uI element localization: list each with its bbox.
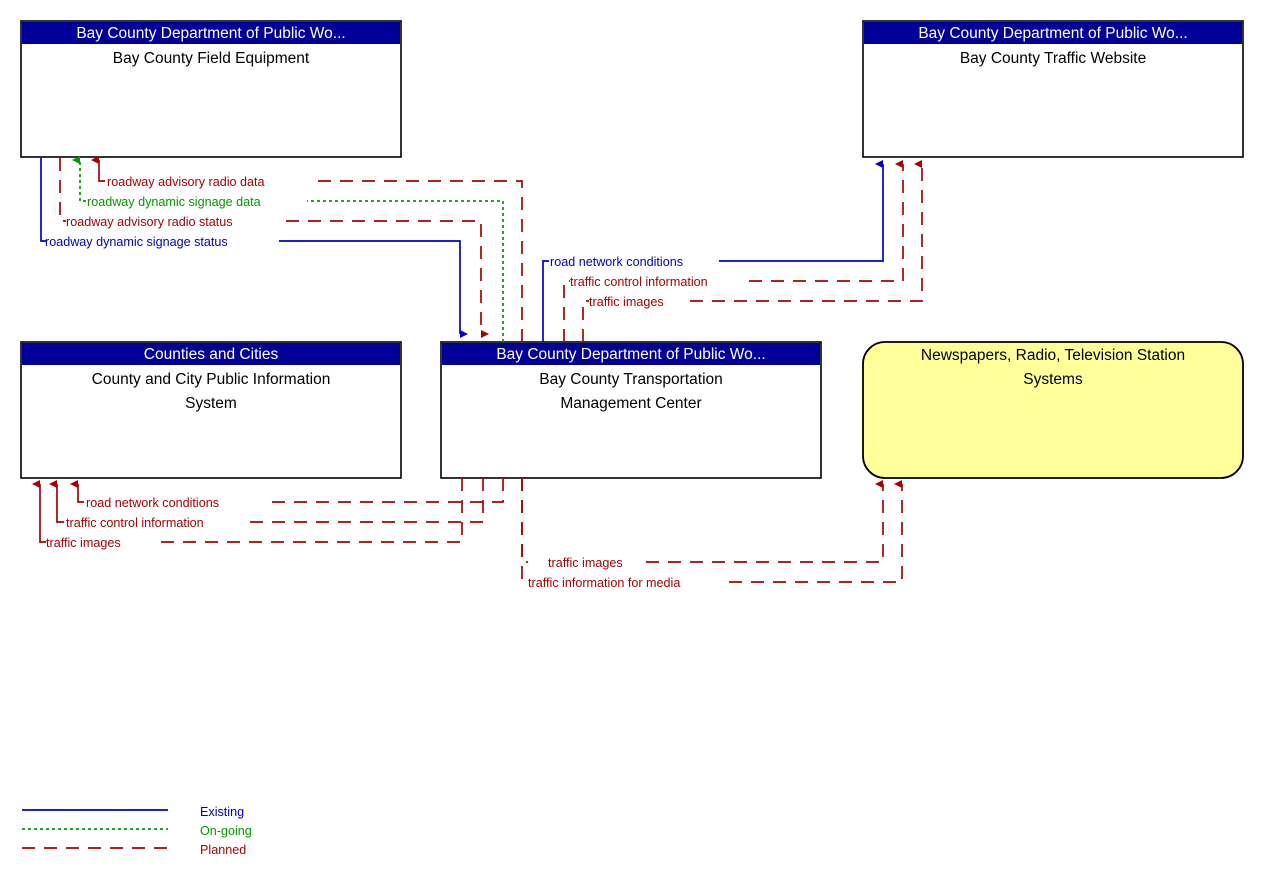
flow-label: traffic images	[548, 556, 623, 570]
box-name: Bay County Traffic Website	[960, 50, 1146, 67]
flow-label: traffic images	[46, 536, 121, 550]
box-stereotype: Bay County Department of Public Wo...	[918, 25, 1187, 42]
box-field-equipment[interactable]: Bay County Department of Public Wo... Ba…	[20, 20, 402, 158]
box-stereotype: Bay County Department of Public Wo...	[76, 25, 345, 42]
flow-traffic-images-media: traffic images	[521, 478, 884, 570]
box-traffic-website[interactable]: Bay County Department of Public Wo... Ba…	[862, 20, 1244, 158]
diagram-canvas: Bay County Department of Public Wo... Ba…	[0, 0, 1261, 880]
box-name-line1: Bay County Transportation	[539, 371, 723, 388]
box-county-city-public-information-system[interactable]: Counties and Cities County and City Publ…	[20, 341, 402, 479]
legend-label-ongoing: On-going	[200, 824, 252, 838]
box-name-line2: System	[185, 395, 237, 412]
flow-road-network-conditions-pis: road network conditions	[70, 478, 504, 510]
flow-traffic-information-for-media: traffic information for media	[521, 478, 903, 590]
flow-traffic-control-information-website: traffic control information	[563, 160, 904, 342]
flow-road-network-conditions-website: road network conditions	[542, 160, 884, 342]
flow-label: traffic images	[589, 295, 664, 309]
flow-traffic-images-website: traffic images	[582, 160, 923, 342]
legend: Existing On-going Planned	[22, 805, 252, 857]
flow-traffic-images-pis: traffic images	[32, 478, 463, 550]
box-name-line1: County and City Public Information	[92, 371, 331, 388]
box-media-systems[interactable]: Newspapers, Radio, Television Station Sy…	[862, 341, 1244, 479]
flow-label: traffic information for media	[528, 576, 680, 590]
legend-label-existing: Existing	[200, 805, 244, 819]
flow-label: traffic control information	[570, 275, 708, 289]
box-name-line2: Systems	[1023, 371, 1083, 388]
flow-roadway-advisory-radio-data: roadway advisory radio data	[91, 156, 523, 342]
box-transportation-management-center[interactable]: Bay County Department of Public Wo... Ba…	[440, 341, 822, 479]
box-name-line2: Management Center	[560, 395, 701, 412]
flow-label: roadway dynamic signage data	[87, 195, 261, 209]
box-name-line1: Newspapers, Radio, Television Station	[921, 347, 1185, 364]
flow-label: roadway dynamic signage status	[45, 235, 228, 249]
flow-label: roadway advisory radio status	[66, 215, 233, 229]
legend-label-planned: Planned	[200, 843, 246, 857]
flow-label: road network conditions	[550, 255, 683, 269]
box-name: Bay County Field Equipment	[113, 50, 310, 67]
flow-label: roadway advisory radio data	[107, 175, 265, 189]
box-stereotype: Bay County Department of Public Wo...	[496, 346, 765, 363]
flow-label: traffic control information	[66, 516, 204, 530]
box-stereotype: Counties and Cities	[144, 346, 279, 363]
flow-label: road network conditions	[86, 496, 219, 510]
